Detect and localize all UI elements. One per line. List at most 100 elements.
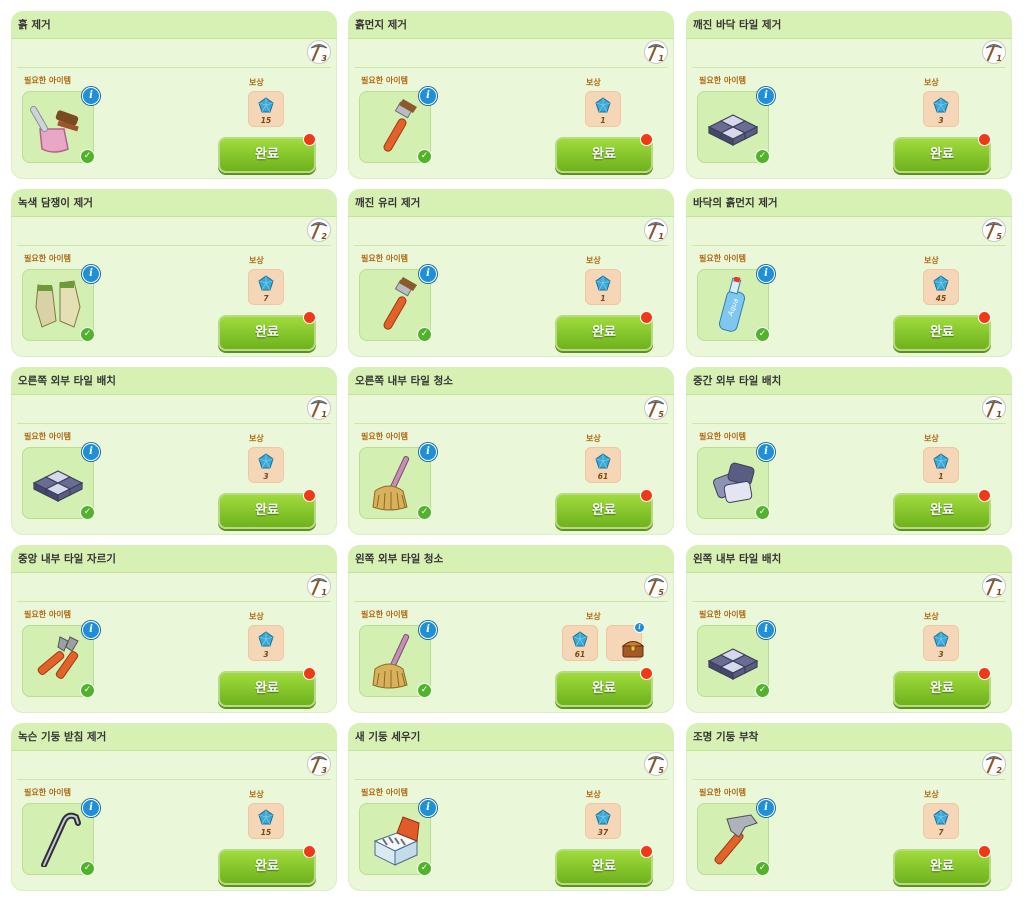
reward-label: 보상: [924, 612, 939, 621]
reward-value: 45: [935, 294, 947, 303]
complete-button[interactable]: 완료: [893, 849, 991, 885]
task-title: 조명 기둥 부착: [693, 731, 759, 743]
info-icon[interactable]: i: [757, 443, 775, 461]
divider: [354, 601, 668, 602]
info-icon[interactable]: i: [419, 799, 437, 817]
complete-button[interactable]: 완료: [893, 493, 991, 529]
info-icon[interactable]: i: [82, 265, 100, 283]
info-icon[interactable]: i: [419, 265, 437, 283]
chest-reward[interactable]: i: [606, 622, 645, 661]
gem-reward[interactable]: 1: [585, 91, 621, 127]
task-header: 오른쪽 외부 타일 배치: [11, 367, 337, 395]
complete-button[interactable]: 완료: [218, 493, 316, 529]
task-grid: 흙 제거 3 필요한 아이템 보상 i ✓ 15 완료 흙먼지 제거 1 필요한 아이템 보상 i ✓…: [0, 0, 1024, 900]
task-count: 1: [321, 588, 327, 597]
info-icon[interactable]: i: [419, 621, 437, 639]
info-icon[interactable]: i: [757, 87, 775, 105]
task-count: 1: [996, 54, 1002, 63]
task-header: 흙 제거: [11, 11, 337, 39]
complete-button[interactable]: 완료: [893, 137, 991, 173]
divider: [692, 67, 1006, 68]
gem-reward[interactable]: 1: [585, 269, 621, 305]
required-items-label: 필요한 아이템: [699, 610, 746, 619]
complete-button[interactable]: 완료: [218, 849, 316, 885]
required-items-label: 필요한 아이템: [361, 76, 408, 85]
reward-label: 보상: [924, 256, 939, 265]
info-icon[interactable]: i: [82, 443, 100, 461]
task-title: 흙 제거: [18, 19, 51, 31]
gem-reward[interactable]: 45: [923, 269, 959, 305]
divider: [17, 601, 331, 602]
gem-reward[interactable]: 1: [923, 447, 959, 483]
gem-reward[interactable]: 3: [923, 625, 959, 661]
reward-label: 보상: [586, 434, 601, 443]
required-items-label: 필요한 아이템: [699, 254, 746, 263]
task-count-badge: 1: [982, 396, 1006, 420]
gem-reward[interactable]: 15: [248, 803, 284, 839]
task-title: 중간 외부 타일 배치: [693, 375, 782, 387]
task-header: 조명 기둥 부착: [686, 723, 1012, 751]
info-icon[interactable]: i: [419, 443, 437, 461]
notification-dot: [303, 133, 316, 146]
info-icon[interactable]: i: [82, 799, 100, 817]
info-icon[interactable]: i: [757, 799, 775, 817]
complete-button[interactable]: 완료: [555, 849, 653, 885]
gem-reward[interactable]: 7: [923, 803, 959, 839]
complete-button[interactable]: 완료: [218, 671, 316, 707]
reward-value: 3: [263, 472, 269, 481]
task-count: 3: [321, 54, 327, 63]
task-count: 1: [321, 410, 327, 419]
info-icon[interactable]: i: [82, 87, 100, 105]
task-count: 3: [321, 766, 327, 775]
required-items-label: 필요한 아이템: [24, 432, 71, 441]
reward-value: 3: [938, 650, 944, 659]
task-card: 중간 외부 타일 배치 1 필요한 아이템 보상 i ✓ 1 완료: [686, 367, 1012, 535]
reward-value: 15: [260, 828, 272, 837]
task-count-badge: 3: [307, 752, 331, 776]
info-icon[interactable]: i: [82, 621, 100, 639]
info-icon[interactable]: i: [419, 87, 437, 105]
gem-reward[interactable]: 3: [248, 447, 284, 483]
complete-button[interactable]: 완료: [893, 671, 991, 707]
chest-info-icon[interactable]: i: [634, 622, 645, 633]
complete-button[interactable]: 완료: [555, 137, 653, 173]
task-count-badge: 5: [982, 218, 1006, 242]
divider: [17, 67, 331, 68]
gem-reward[interactable]: 3: [248, 625, 284, 661]
task-card: 흙먼지 제거 1 필요한 아이템 보상 i ✓ 1 완료: [348, 11, 674, 179]
gem-reward[interactable]: 37: [585, 803, 621, 839]
reward-label: 보상: [924, 790, 939, 799]
gem-reward[interactable]: 61: [562, 625, 598, 661]
task-title: 녹슨 기둥 받침 제거: [18, 731, 107, 743]
notification-dot: [640, 667, 653, 680]
complete-button[interactable]: 완료: [555, 493, 653, 529]
complete-button[interactable]: 완료: [555, 315, 653, 351]
complete-button[interactable]: 완료: [893, 315, 991, 351]
gem-reward[interactable]: 15: [248, 91, 284, 127]
task-card: 깨진 바닥 타일 제거 1 필요한 아이템 보상 i ✓ 3 완료: [686, 11, 1012, 179]
task-count: 2: [996, 766, 1002, 775]
complete-button[interactable]: 완료: [218, 315, 316, 351]
notification-dot: [640, 311, 653, 324]
notification-dot: [303, 845, 316, 858]
info-icon[interactable]: i: [757, 265, 775, 283]
gem-reward[interactable]: 7: [248, 269, 284, 305]
reward-label: 보상: [586, 790, 601, 799]
reward-label: 보상: [249, 256, 264, 265]
divider: [692, 601, 1006, 602]
complete-button[interactable]: 완료: [555, 671, 653, 707]
notification-dot: [978, 133, 991, 146]
gem-reward[interactable]: 3: [923, 91, 959, 127]
task-header: 왼쪽 내부 타일 배치: [686, 545, 1012, 573]
reward-value: 15: [260, 116, 272, 125]
task-title: 깨진 바닥 타일 제거: [693, 19, 782, 31]
complete-button[interactable]: 완료: [218, 137, 316, 173]
task-card: 왼쪽 외부 타일 청소 5 필요한 아이템 보상 i ✓ 61 i 완료: [348, 545, 674, 713]
task-header: 깨진 바닥 타일 제거: [686, 11, 1012, 39]
reward-value: 61: [574, 650, 586, 659]
reward-value: 37: [597, 828, 609, 837]
task-title: 녹색 담쟁이 제거: [18, 197, 93, 209]
gem-reward[interactable]: 61: [585, 447, 621, 483]
info-icon[interactable]: i: [757, 621, 775, 639]
check-icon: ✓: [80, 149, 95, 164]
